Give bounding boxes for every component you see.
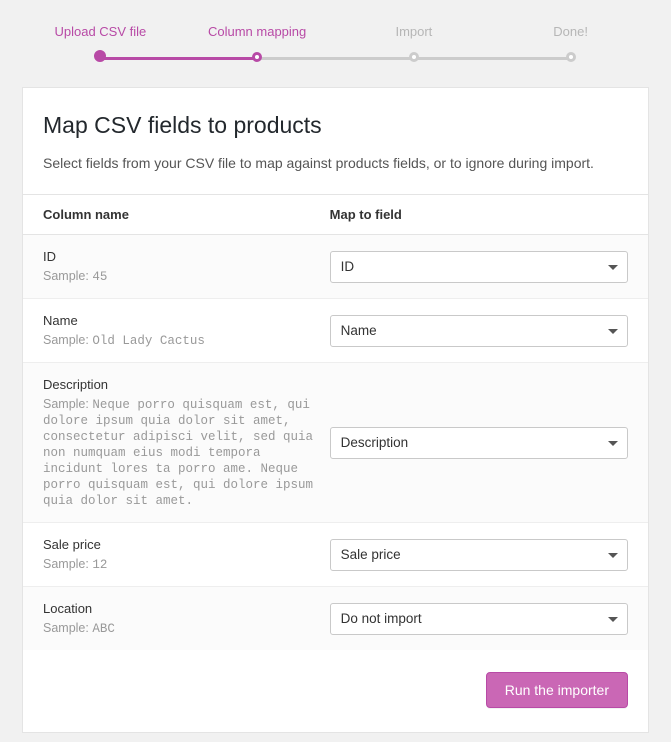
step-dot-icon [252, 52, 262, 62]
step-dot-icon [94, 50, 106, 62]
column-name-cell: Description Sample: Neque porro quisquam … [43, 377, 330, 508]
step-line [414, 57, 571, 60]
map-to-field-cell: Do not importIDNameDescriptionSale price [330, 603, 628, 635]
column-name-cell: Name Sample: Old Lady Cactus [43, 313, 330, 348]
sample-value: Neque porro quisquam est, qui dolore ips… [43, 398, 313, 508]
step-label: Column mapping [179, 24, 336, 39]
mapping-rows: ID Sample: 45 Do not importIDNameDescripti… [23, 235, 648, 650]
column-name-cell: Location Sample: ABC [43, 601, 330, 636]
mapping-row: Location Sample: ABC Do not importIDNameDe… [23, 587, 648, 650]
step-line [257, 57, 414, 60]
step-line [100, 57, 257, 60]
map-to-field-cell: Do not importIDNameDescriptionSale price [330, 539, 628, 571]
column-label: Location [43, 601, 318, 616]
column-label: Description [43, 377, 318, 392]
column-label: Sale price [43, 537, 318, 552]
map-to-field-select[interactable]: Do not importIDNameDescriptionSale price [330, 251, 628, 283]
map-to-field-select[interactable]: Do not importIDNameDescriptionSale price [330, 603, 628, 635]
step-label: Done! [492, 24, 649, 39]
map-to-field-select[interactable]: Do not importIDNameDescriptionSale price [330, 427, 628, 459]
progress-stepper: Upload CSV fileColumn mappingImportDone! [22, 0, 649, 65]
map-to-field-cell: Do not importIDNameDescriptionSale price [330, 251, 628, 283]
column-label: Name [43, 313, 318, 328]
col-header-name: Column name [43, 207, 330, 222]
map-to-field-cell: Do not importIDNameDescriptionSale price [330, 427, 628, 459]
mapping-row: Sale price Sample: 12 Do not importIDNameD… [23, 523, 648, 587]
step-dot-icon [566, 52, 576, 62]
column-label: ID [43, 249, 318, 264]
column-sample: Sample: Neque porro quisquam est, qui do… [43, 397, 313, 507]
column-sample: Sample: ABC [43, 621, 115, 635]
sample-value: ABC [92, 622, 115, 636]
mapping-row: Description Sample: Neque porro quisquam … [23, 363, 648, 523]
sample-value: 12 [92, 558, 107, 572]
mapping-row: ID Sample: 45 Do not importIDNameDescripti… [23, 235, 648, 299]
sample-value: Old Lady Cactus [92, 334, 205, 348]
column-sample: Sample: 12 [43, 557, 107, 571]
sample-value: 45 [92, 270, 107, 284]
page-title: Map CSV fields to products [43, 112, 628, 139]
step-1: Upload CSV file [22, 24, 179, 65]
mapping-card: Map CSV fields to products Select fields… [22, 87, 649, 733]
column-sample: Sample: 45 [43, 269, 107, 283]
column-name-cell: ID Sample: 45 [43, 249, 330, 284]
map-to-field-cell: Do not importIDNameDescriptionSale price [330, 315, 628, 347]
step-dot-icon [409, 52, 419, 62]
col-header-map: Map to field [330, 207, 628, 222]
column-name-cell: Sale price Sample: 12 [43, 537, 330, 572]
map-to-field-select[interactable]: Do not importIDNameDescriptionSale price [330, 539, 628, 571]
map-to-field-select[interactable]: Do not importIDNameDescriptionSale price [330, 315, 628, 347]
mapping-row: Name Sample: Old Lady Cactus Do not import… [23, 299, 648, 363]
page-description: Select fields from your CSV file to map … [43, 153, 628, 174]
table-header-row: Column name Map to field [23, 194, 648, 235]
step-label: Import [336, 24, 493, 39]
column-sample: Sample: Old Lady Cactus [43, 333, 205, 347]
step-label: Upload CSV file [22, 24, 179, 39]
